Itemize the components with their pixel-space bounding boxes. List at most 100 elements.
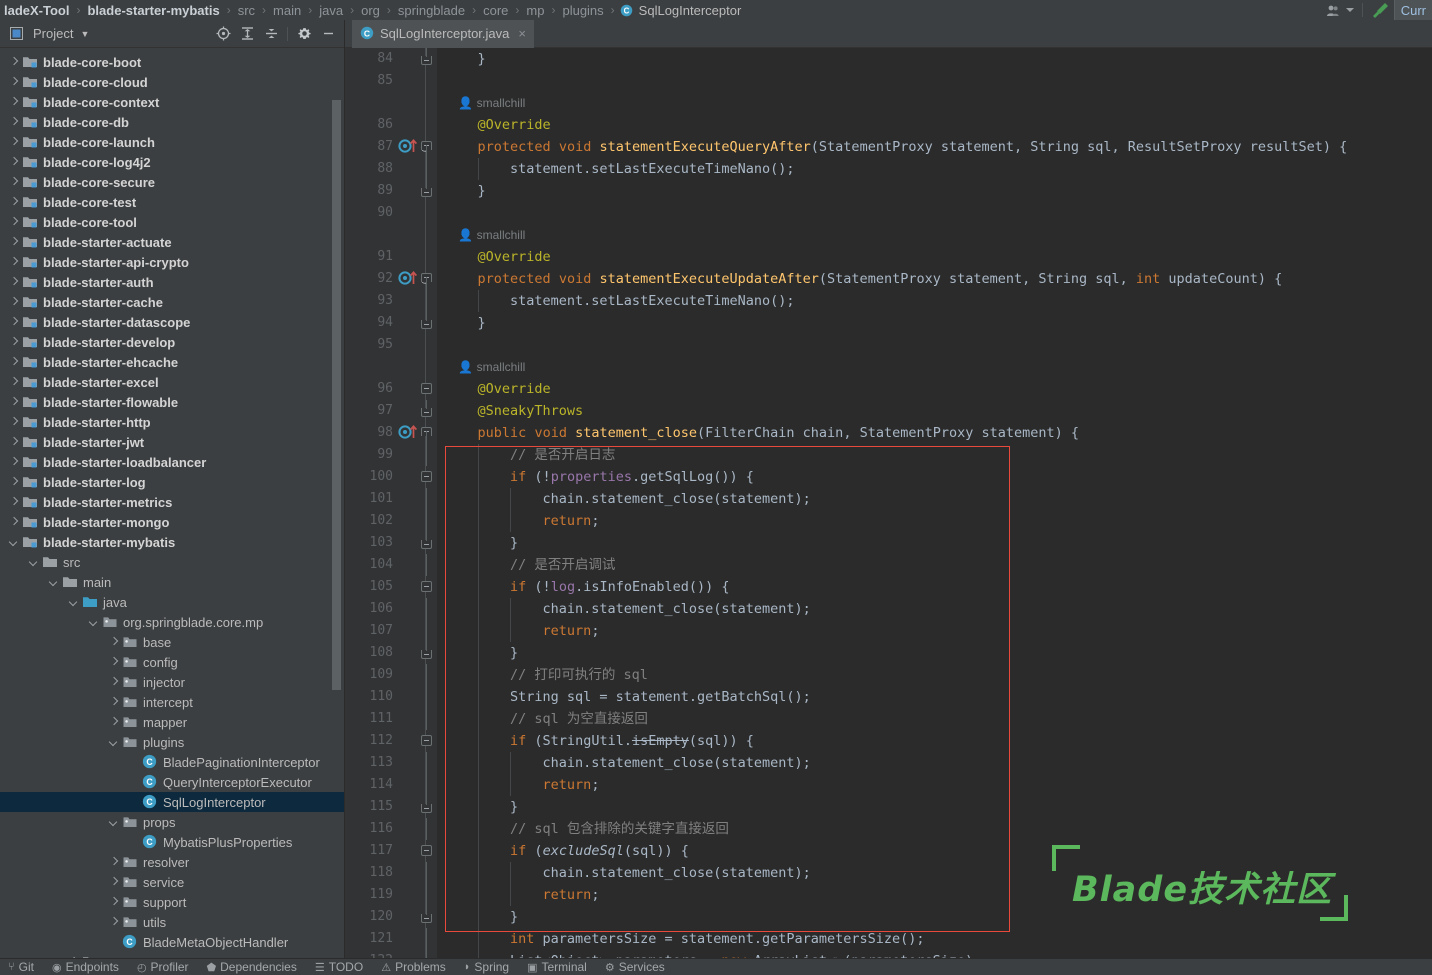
tree-node-blade-starter-mybatis[interactable]: blade-starter-mybatis [0, 532, 345, 552]
tree-node-base[interactable]: base [0, 632, 345, 652]
tree-node-sqlloginterceptor[interactable]: C SqlLogInterceptor [0, 792, 345, 812]
code-line[interactable]: 97 @SneakyThrows [345, 400, 1432, 422]
code-line[interactable]: 94 } [345, 312, 1432, 334]
code-line[interactable]: 113 chain.statement_close(statement); [345, 752, 1432, 774]
chevron-right-icon[interactable] [8, 316, 20, 328]
chevron-down-icon[interactable] [88, 616, 100, 628]
project-tree-panel[interactable]: blade-core-boot blade-core-cloud blade-cor… [0, 48, 345, 958]
tree-node-resolver[interactable]: resolver [0, 852, 345, 872]
code-fold-marker[interactable] [419, 532, 433, 554]
project-tree-scrollbar[interactable] [332, 100, 341, 690]
chevron-right-icon[interactable] [108, 916, 120, 928]
statusbar-item-git[interactable]: ⑂ Git [8, 960, 34, 974]
breadcrumb-item[interactable]: org [359, 3, 382, 18]
tree-node-queryinterceptorexecutor[interactable]: C QueryInterceptorExecutor [0, 772, 345, 792]
chevron-right-icon[interactable] [8, 336, 20, 348]
code-line[interactable]: 105 if (!log.isInfoEnabled()) { [345, 576, 1432, 598]
code-line[interactable]: 101 chain.statement_close(statement); [345, 488, 1432, 510]
code-line[interactable]: 100 if (!properties.getSqlLog()) { [345, 466, 1432, 488]
code-line[interactable]: 103 } [345, 532, 1432, 554]
code-fold-marker[interactable] [419, 312, 433, 334]
code-line[interactable]: 93 statement.setLastExecuteTimeNano(); [345, 290, 1432, 312]
code-inlay-hint[interactable]: 👤 smallchill [345, 356, 1432, 378]
tree-node-blade-starter-http[interactable]: blade-starter-http [0, 412, 345, 432]
tree-node-java[interactable]: java [0, 592, 345, 612]
tree-node-config[interactable]: config [0, 652, 345, 672]
chevron-right-icon[interactable] [108, 896, 120, 908]
chevron-right-icon[interactable] [8, 216, 20, 228]
hide-icon[interactable] [317, 23, 339, 45]
tree-node-blade-starter-mongo[interactable]: blade-starter-mongo [0, 512, 345, 532]
tree-node-blade-starter-loadbalancer[interactable]: blade-starter-loadbalancer [0, 452, 345, 472]
tree-node-props[interactable]: props [0, 812, 345, 832]
tree-node-blade-starter-excel[interactable]: blade-starter-excel [0, 372, 345, 392]
code-line[interactable]: 121 int parametersSize = statement.getPa… [345, 928, 1432, 950]
code-line[interactable]: 110 String sql = statement.getBatchSql()… [345, 686, 1432, 708]
code-line[interactable]: 98 public void statement_close(FilterCha… [345, 422, 1432, 444]
chevron-right-icon[interactable] [8, 236, 20, 248]
tree-node-blade-core-launch[interactable]: blade-core-launch [0, 132, 345, 152]
code-line[interactable]: 91 @Override [345, 246, 1432, 268]
statusbar-item-spring[interactable]: ◗ Spring [464, 960, 509, 974]
code-line[interactable]: 85 [345, 70, 1432, 92]
chevron-right-icon[interactable] [8, 176, 20, 188]
chevron-right-icon[interactable] [108, 656, 120, 668]
chevron-right-icon[interactable] [8, 436, 20, 448]
tree-node-blade-starter-datascope[interactable]: blade-starter-datascope [0, 312, 345, 332]
code-fold-marker[interactable] [419, 48, 433, 70]
chevron-right-icon[interactable] [108, 636, 120, 648]
tree-node-blade-starter-develop[interactable]: blade-starter-develop [0, 332, 345, 352]
collapse-all-icon[interactable] [260, 23, 282, 45]
chevron-down-icon[interactable] [108, 736, 120, 748]
chevron-down-icon[interactable] [48, 576, 60, 588]
code-line[interactable]: 106 chain.statement_close(statement); [345, 598, 1432, 620]
tree-node-org-springblade-core-mp[interactable]: org.springblade.core.mp [0, 612, 345, 632]
chevron-down-icon[interactable] [8, 536, 20, 548]
build-hammer-icon[interactable] [1366, 0, 1394, 20]
tree-node-support[interactable]: support [0, 892, 345, 912]
tree-node-blade-starter-jwt[interactable]: blade-starter-jwt [0, 432, 345, 452]
settings-gear-icon[interactable] [293, 23, 315, 45]
code-fold-marker[interactable] [419, 466, 433, 488]
code-fold-marker[interactable] [419, 730, 433, 752]
tree-node-mapper[interactable]: mapper [0, 712, 345, 732]
chevron-down-icon[interactable]: ▼ [80, 29, 89, 39]
tree-node-blade-core-boot[interactable]: blade-core-boot [0, 52, 345, 72]
code-line[interactable]: 109 // 打印可执行的 sql [345, 664, 1432, 686]
chevron-right-icon[interactable] [8, 136, 20, 148]
chevron-down-icon[interactable] [68, 596, 80, 608]
tab-sqlloginterceptor[interactable]: C SqlLogInterceptor.java × [352, 20, 534, 48]
tree-node-intercept[interactable]: intercept [0, 692, 345, 712]
tree-node-blade-core-context[interactable]: blade-core-context [0, 92, 345, 112]
code-line[interactable]: 115 } [345, 796, 1432, 818]
chevron-right-icon[interactable] [8, 256, 20, 268]
breadcrumb-item[interactable]: main [271, 3, 303, 18]
statusbar-item-problems[interactable]: ⚠ Problems [381, 960, 446, 974]
code-fold-marker[interactable] [419, 906, 433, 928]
code-fold-marker[interactable] [419, 378, 433, 400]
statusbar-item-todo[interactable]: ☰ TODO [315, 960, 363, 974]
tree-node-main[interactable]: main [0, 572, 345, 592]
code-line[interactable]: 90 [345, 202, 1432, 224]
chevron-right-icon[interactable] [8, 496, 20, 508]
code-fold-marker[interactable] [419, 136, 433, 158]
chevron-right-icon[interactable] [8, 156, 20, 168]
breadcrumb-item[interactable]: blade-starter-mybatis [85, 3, 221, 18]
tree-node-service[interactable]: service [0, 872, 345, 892]
code-line[interactable]: 111 // sql 为空直接返回 [345, 708, 1432, 730]
code-line[interactable]: 116 // sql 包含排除的关键字直接返回 [345, 818, 1432, 840]
breadcrumb-item[interactable]: src [236, 3, 257, 18]
statusbar-item-profiler[interactable]: ◴ Profiler [137, 960, 189, 974]
chevron-right-icon[interactable] [8, 356, 20, 368]
code-line[interactable]: 99 // 是否开启日志 [345, 444, 1432, 466]
chevron-right-icon[interactable] [108, 856, 120, 868]
chevron-down-icon[interactable] [1345, 0, 1359, 20]
chevron-down-icon[interactable] [108, 816, 120, 828]
code-line[interactable]: 86 @Override [345, 114, 1432, 136]
select-opened-file-icon[interactable] [212, 23, 234, 45]
tree-node-utils[interactable]: utils [0, 912, 345, 932]
chevron-right-icon[interactable] [8, 396, 20, 408]
tree-node-blade-core-test[interactable]: blade-core-test [0, 192, 345, 212]
code-fold-marker[interactable] [419, 400, 433, 422]
chevron-right-icon[interactable] [8, 196, 20, 208]
